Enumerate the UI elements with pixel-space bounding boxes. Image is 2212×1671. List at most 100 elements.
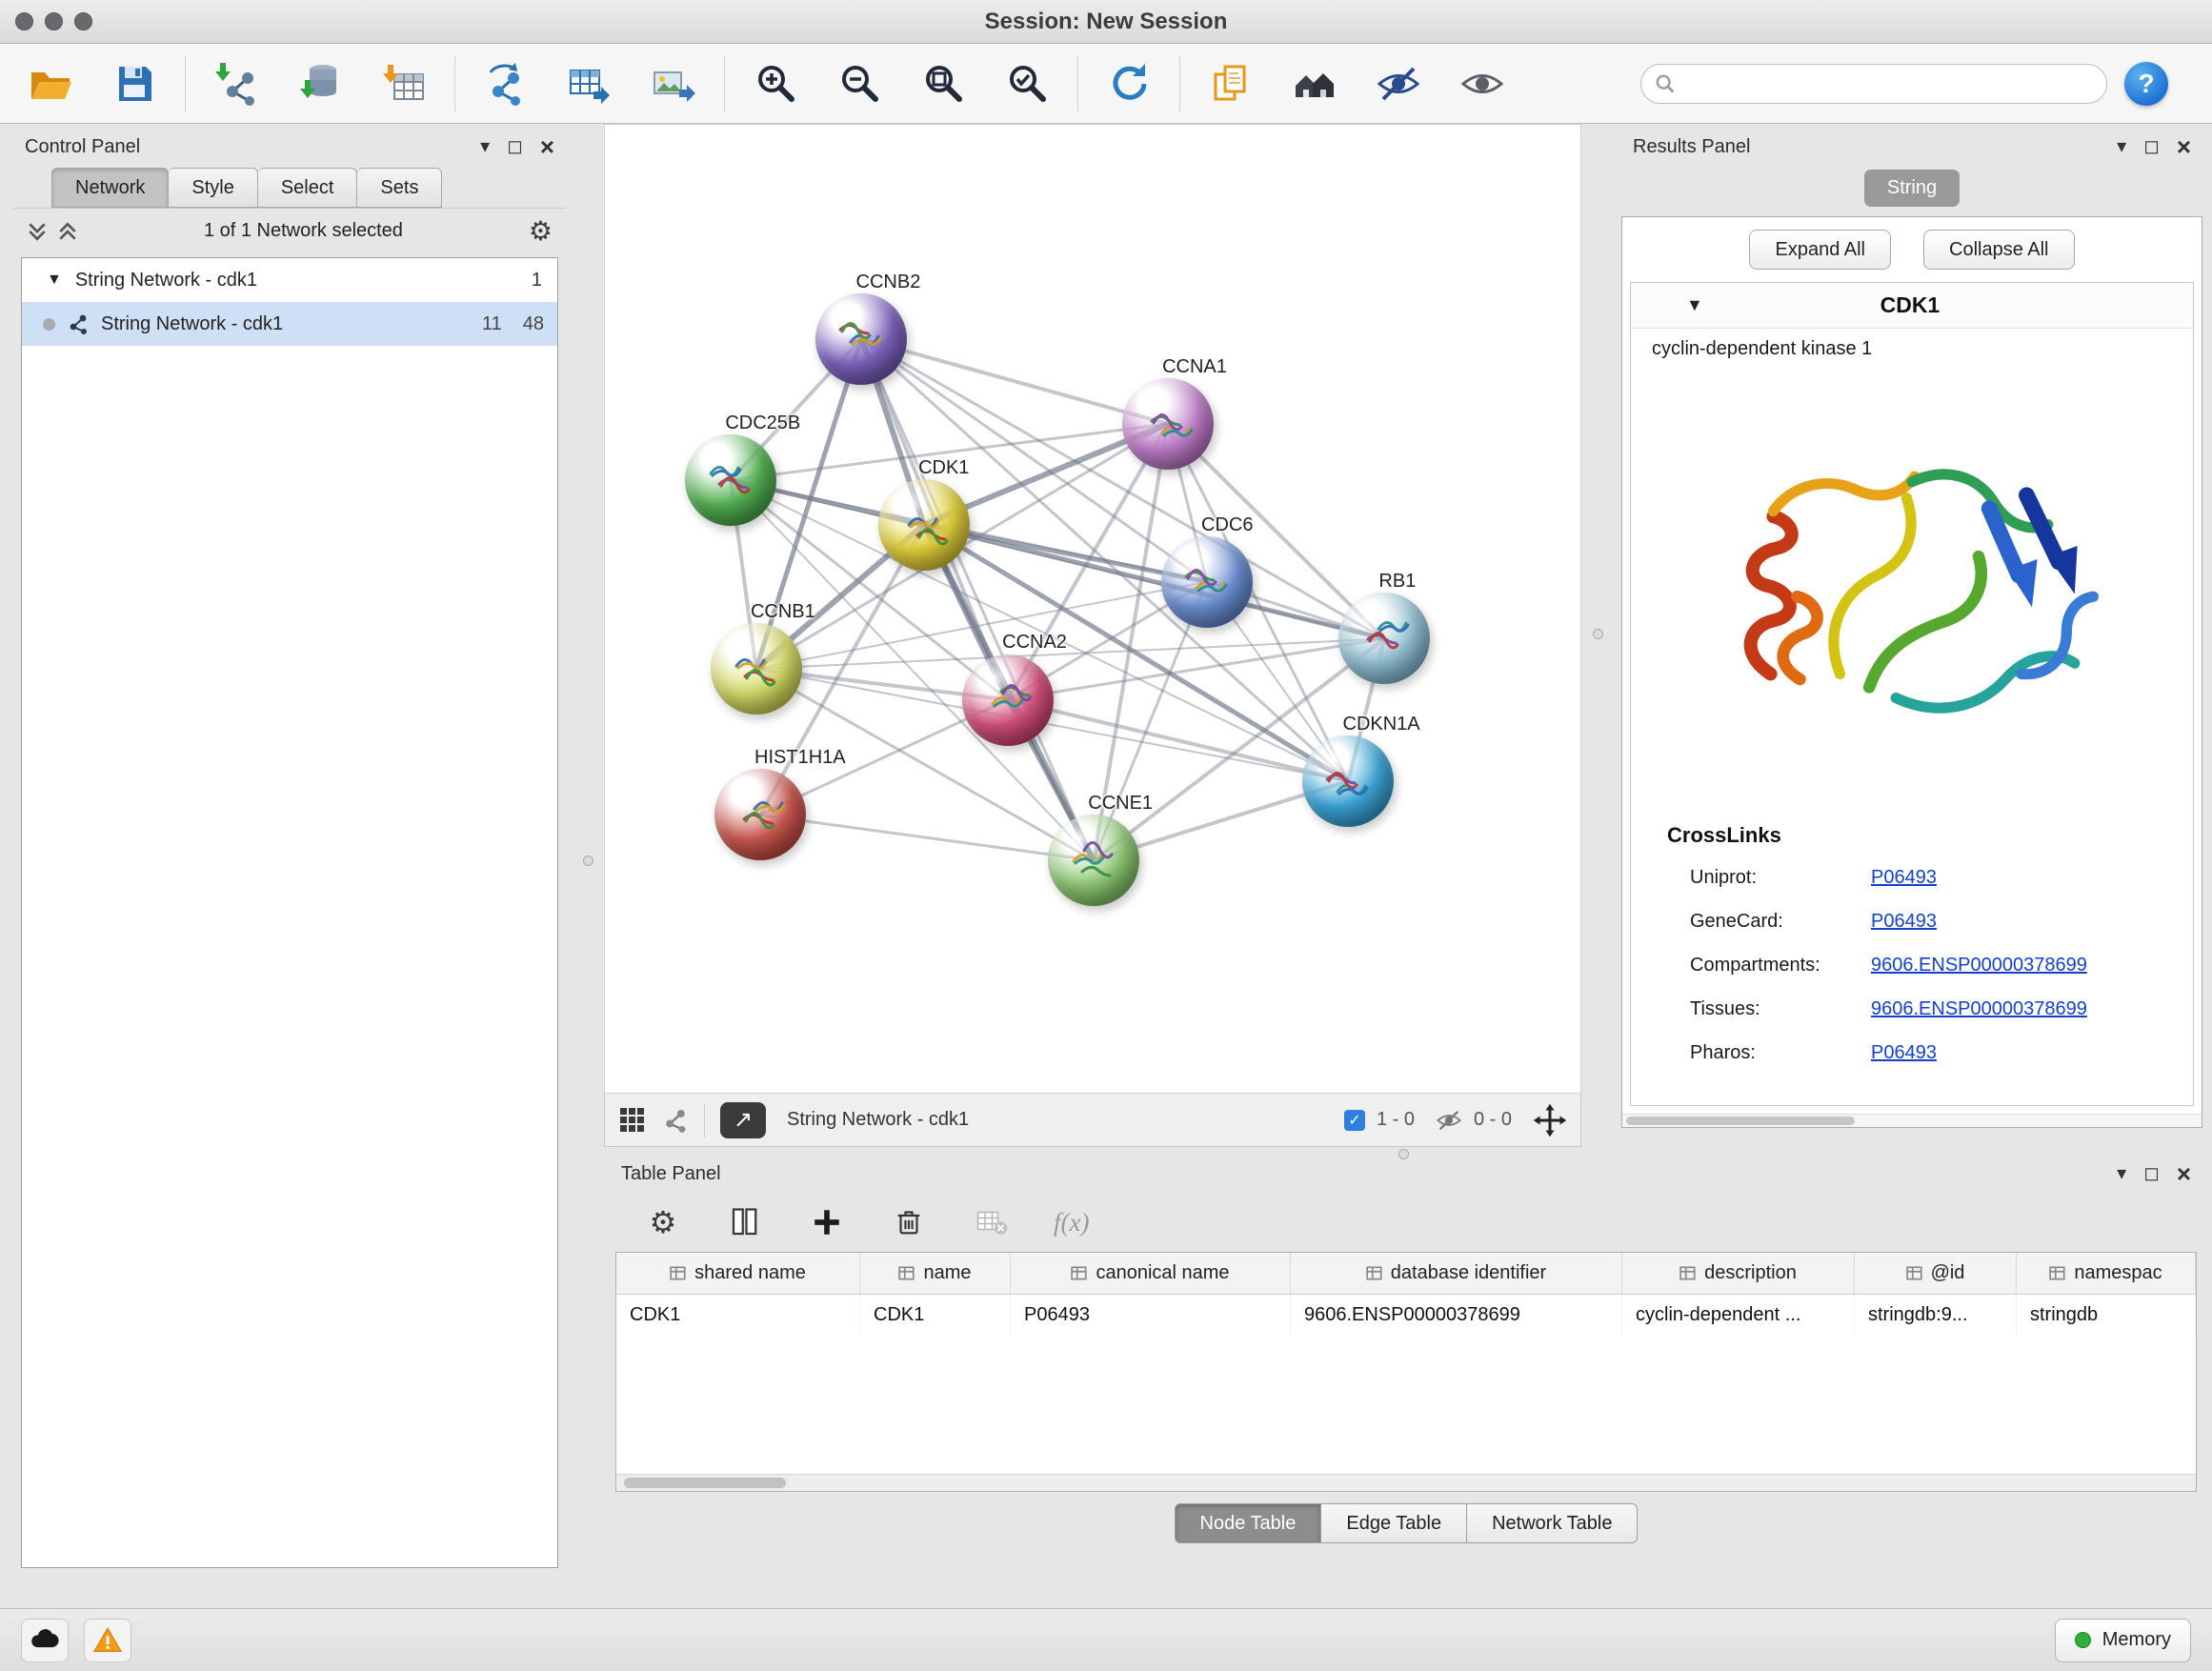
birdseye-home-button[interactable] xyxy=(1283,52,1346,115)
column-header[interactable]: @id xyxy=(1855,1253,2017,1294)
panel-close-icon[interactable]: × xyxy=(2177,1159,2191,1189)
import-network-file-button[interactable] xyxy=(205,52,268,115)
tab-style[interactable]: Style xyxy=(169,168,257,208)
network-node-cdk1[interactable]: CDK1 xyxy=(878,479,970,571)
panel-close-icon[interactable]: × xyxy=(540,132,554,162)
cloud-button[interactable] xyxy=(21,1619,69,1662)
gear-icon[interactable]: ⚙ xyxy=(529,218,553,245)
show-all-button[interactable] xyxy=(1451,52,1514,115)
window-minimize-button[interactable] xyxy=(45,12,63,30)
column-header[interactable]: namespac xyxy=(2017,1253,2196,1294)
column-header[interactable]: database identifier xyxy=(1291,1253,1622,1294)
zoom-fit-button[interactable] xyxy=(912,52,975,115)
disclosure-triangle-icon[interactable]: ▼ xyxy=(47,272,62,289)
create-column-plus-icon[interactable] xyxy=(808,1203,846,1241)
splitter-handle-right[interactable] xyxy=(1593,629,1603,639)
network-row-selected[interactable]: String Network - cdk1 11 48 xyxy=(22,302,557,346)
collapse-all-icon[interactable] xyxy=(27,221,48,242)
panel-float-icon[interactable]: ◻ xyxy=(2143,137,2160,156)
warnings-button[interactable] xyxy=(84,1619,131,1662)
zoom-selected-button[interactable] xyxy=(995,52,1058,115)
results-hscrollbar[interactable] xyxy=(1622,1114,2202,1127)
tissues-link[interactable]: 9606.ENSP00000378699 xyxy=(1871,998,2087,1020)
table-cell[interactable]: 9606.ENSP00000378699 xyxy=(1291,1295,1622,1335)
clone-network-button[interactable] xyxy=(474,52,537,115)
network-canvas[interactable]: CCNB2 CCNA1 CDC25B CDK1 CDC6 RB1 CCNB1 CCNA2 CDK… xyxy=(604,124,1581,1094)
section-disclosure-icon[interactable]: ▼ xyxy=(1686,295,1703,315)
network-collection-row[interactable]: ▼ String Network - cdk1 1 xyxy=(22,258,557,302)
tab-network-table[interactable]: Network Table xyxy=(1467,1503,1638,1543)
expand-all-button[interactable]: Expand All xyxy=(1749,230,1891,270)
genecard-link[interactable]: P06493 xyxy=(1871,911,1937,933)
table-settings-gear-icon[interactable]: ⚙ xyxy=(644,1203,682,1241)
birdseye-toggle-button[interactable]: ↗ xyxy=(720,1102,766,1138)
uniprot-link[interactable]: P06493 xyxy=(1871,867,1937,889)
zoom-out-button[interactable] xyxy=(828,52,891,115)
hidden-eye-slash-icon[interactable] xyxy=(1436,1107,1462,1134)
table-hscrollbar[interactable] xyxy=(616,1474,2196,1491)
network-node-ccnb2[interactable]: CCNB2 xyxy=(815,293,907,385)
scrollbar-thumb[interactable] xyxy=(1626,1117,1855,1125)
zoom-in-button[interactable] xyxy=(744,52,807,115)
network-node-cdc25b[interactable]: CDC25B xyxy=(685,434,776,526)
pan-crosshair-icon[interactable] xyxy=(1533,1103,1567,1137)
panel-close-icon[interactable]: × xyxy=(2177,132,2191,162)
panel-menu-icon[interactable]: ▾ xyxy=(2117,137,2126,156)
network-node-ccne1[interactable]: CCNE1 xyxy=(1048,815,1139,906)
memory-button[interactable]: Memory xyxy=(2055,1619,2191,1662)
table-cell[interactable]: stringdb xyxy=(2017,1295,2196,1335)
expand-all-icon[interactable] xyxy=(57,221,78,242)
grid-view-icon[interactable] xyxy=(618,1106,647,1135)
table-cell[interactable]: CDK1 xyxy=(616,1295,860,1335)
panel-menu-icon[interactable]: ▾ xyxy=(480,137,490,156)
selected-checkbox[interactable]: ✓ xyxy=(1344,1110,1365,1131)
window-zoom-button[interactable] xyxy=(74,12,92,30)
open-session-button[interactable] xyxy=(19,52,82,115)
tab-node-table[interactable]: Node Table xyxy=(1175,1503,1322,1543)
table-cell[interactable]: stringdb:9... xyxy=(1855,1295,2017,1335)
pharos-link[interactable]: P06493 xyxy=(1871,1042,1937,1064)
network-node-hist1h1a[interactable]: HIST1H1A xyxy=(714,769,806,860)
compartments-link[interactable]: 9606.ENSP00000378699 xyxy=(1871,955,2087,976)
save-session-button[interactable] xyxy=(103,52,166,115)
scrollbar-thumb[interactable] xyxy=(624,1478,786,1488)
tab-network[interactable]: Network xyxy=(51,168,169,208)
tab-sets[interactable]: Sets xyxy=(357,168,442,208)
hide-selected-button[interactable] xyxy=(1367,52,1430,115)
search-input[interactable] xyxy=(1683,72,2093,94)
import-table-file-button[interactable] xyxy=(372,52,435,115)
protein-section-header[interactable]: ▼ CDK1 xyxy=(1631,283,2193,329)
tab-edge-table[interactable]: Edge Table xyxy=(1321,1503,1467,1543)
export-table-button[interactable] xyxy=(558,52,621,115)
splitter-handle-left[interactable] xyxy=(583,856,593,866)
panel-float-icon[interactable]: ◻ xyxy=(2143,1164,2160,1183)
tab-select[interactable]: Select xyxy=(258,168,358,208)
network-node-ccna2[interactable]: CCNA2 xyxy=(962,654,1054,746)
network-node-rb1[interactable]: RB1 xyxy=(1338,593,1430,684)
window-close-button[interactable] xyxy=(15,12,33,30)
network-node-ccnb1[interactable]: CCNB1 xyxy=(711,623,802,715)
apply-layout-button[interactable] xyxy=(1097,52,1160,115)
collapse-all-button[interactable]: Collapse All xyxy=(1923,230,2075,270)
network-node-cdc6[interactable]: CDC6 xyxy=(1161,536,1253,628)
column-header[interactable]: name xyxy=(860,1253,1011,1294)
export-image-button[interactable] xyxy=(642,52,705,115)
network-node-cdkn1a[interactable]: CDKN1A xyxy=(1302,735,1394,827)
import-network-database-button[interactable] xyxy=(289,52,352,115)
function-builder-icon[interactable]: f(x) xyxy=(1054,1208,1089,1238)
table-row[interactable]: CDK1 CDK1 P06493 9606.ENSP00000378699 cy… xyxy=(616,1295,2196,1335)
tab-string[interactable]: String xyxy=(1864,170,1960,207)
column-header[interactable]: shared name xyxy=(616,1253,860,1294)
panel-menu-icon[interactable]: ▾ xyxy=(2117,1164,2126,1183)
table-cell[interactable]: CDK1 xyxy=(860,1295,1011,1335)
table-cell[interactable]: cyclin-dependent ... xyxy=(1622,1295,1855,1335)
search-box[interactable] xyxy=(1640,64,2107,104)
column-header[interactable]: canonical name xyxy=(1011,1253,1291,1294)
show-columns-icon[interactable] xyxy=(726,1203,764,1241)
help-button[interactable]: ? xyxy=(2124,62,2168,106)
copy-button[interactable] xyxy=(1199,52,1262,115)
delete-column-trash-icon[interactable] xyxy=(890,1203,928,1241)
table-cell[interactable]: P06493 xyxy=(1011,1295,1291,1335)
network-node-ccna1[interactable]: CCNA1 xyxy=(1122,378,1214,470)
panel-float-icon[interactable]: ◻ xyxy=(507,137,523,156)
